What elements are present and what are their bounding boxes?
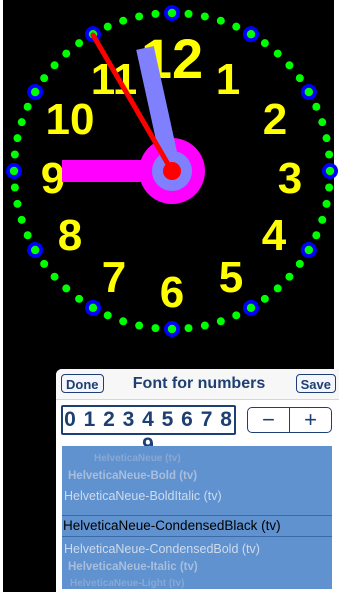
center-cap — [163, 162, 181, 180]
clock-number: 7 — [102, 253, 126, 302]
hour-marker-center — [246, 29, 256, 39]
minute-dot — [23, 231, 32, 240]
minute-dot — [135, 12, 144, 21]
hour-marker-center — [167, 324, 177, 334]
minute-dot — [200, 12, 209, 21]
hour-marker-center — [9, 166, 19, 176]
minute-dot — [200, 321, 209, 330]
minute-dot — [75, 39, 84, 48]
font-picker-wheel[interactable]: HelveticaNeue (tv) HelveticaNeue-Bold (t… — [62, 446, 332, 589]
picker-option[interactable]: HelveticaNeue-Light (tv) — [70, 578, 332, 589]
minute-dot — [23, 102, 32, 111]
hour-marker-center — [325, 166, 335, 176]
decrease-size-button[interactable]: − — [248, 408, 289, 432]
picker-selection-top-line — [62, 515, 332, 516]
minute-dot — [13, 134, 22, 143]
hour-marker-center — [88, 303, 98, 313]
minute-dot — [232, 311, 241, 320]
done-button[interactable]: Done — [61, 374, 104, 393]
minute-dot — [17, 118, 26, 127]
picker-option[interactable]: HelveticaNeue-Bold (tv) — [68, 470, 332, 482]
minute-dot — [151, 324, 160, 333]
minute-dot — [62, 49, 71, 58]
hour-marker-center — [304, 245, 314, 255]
minute-dot — [75, 294, 84, 303]
minute-dot — [322, 134, 331, 143]
save-button[interactable]: Save — [295, 374, 336, 393]
picker-option[interactable]: HelveticaNeue-CondensedBold (tv) — [64, 542, 332, 556]
analog-clock-face: 12 1234567891011 — [6, 5, 338, 337]
font-sample-preview: 0 1 2 3 4 5 6 7 8 9 — [61, 405, 236, 457]
clock-number: 6 — [160, 268, 184, 317]
minute-dot — [184, 324, 193, 333]
minute-dot — [103, 22, 112, 31]
minute-dot — [318, 118, 327, 127]
minute-dot — [312, 102, 321, 111]
minute-dot — [312, 231, 321, 240]
minute-dot — [260, 294, 269, 303]
minute-dot — [119, 317, 128, 326]
minute-dot — [135, 321, 144, 330]
clock-number: 5 — [219, 253, 243, 302]
minute-dot — [295, 259, 304, 268]
minute-dot — [40, 74, 49, 83]
picker-selection-bottom-line — [62, 536, 332, 537]
minute-dot — [325, 183, 334, 192]
minute-dot — [10, 150, 19, 159]
minute-dot — [62, 284, 71, 293]
picker-option-selected[interactable]: HelveticaNeue-CondensedBlack (tv) — [63, 518, 332, 533]
minute-dot — [40, 259, 49, 268]
picker-option[interactable]: HelveticaNeue-BoldItalic (tv) — [64, 489, 332, 503]
hour-marker-center — [30, 245, 40, 255]
minute-dot — [10, 183, 19, 192]
minute-dot — [151, 9, 160, 18]
clock-number: 8 — [58, 211, 82, 260]
hour-marker-center — [304, 87, 314, 97]
minute-dot — [232, 22, 241, 31]
panel-toolbar: Done Font for numbers Save — [56, 369, 339, 400]
clock-number: 10 — [46, 95, 95, 144]
clock-number: 1 — [216, 55, 240, 104]
minute-dot — [318, 215, 327, 224]
minute-dot — [17, 215, 26, 224]
clock-number: 9 — [41, 154, 65, 203]
minute-dot — [285, 61, 294, 70]
minute-dot — [322, 199, 331, 208]
minute-dot — [13, 199, 22, 208]
minute-dot — [285, 272, 294, 281]
minute-dot — [119, 16, 128, 25]
minute-dot — [103, 311, 112, 320]
app-screen: 12 1 2 3 4 5 6 7 8 9 10 11 Done Font for numbers Sa… — [0, 0, 339, 596]
picker-option[interactable]: HelveticaNeue (tv) — [94, 453, 332, 464]
clock-number: 4 — [262, 211, 287, 260]
hour-marker-center — [30, 87, 40, 97]
hour-marker-center — [167, 8, 177, 18]
minute-dot — [50, 61, 59, 70]
minute-dot — [50, 272, 59, 281]
font-settings-panel: Done Font for numbers Save 0 1 2 3 4 5 6… — [56, 369, 339, 596]
minute-dot — [216, 16, 225, 25]
minute-dot — [216, 317, 225, 326]
minute-dot — [260, 39, 269, 48]
panel-title: Font for numbers — [132, 375, 266, 392]
hour-marker-center — [246, 303, 256, 313]
clock-number: 2 — [263, 95, 287, 144]
screen-edge-bottom — [0, 592, 339, 596]
minute-dot — [273, 284, 282, 293]
minute-dot — [184, 9, 193, 18]
increase-size-button[interactable]: + — [290, 408, 331, 432]
clock-number: 3 — [278, 154, 302, 203]
minute-dot — [325, 150, 334, 159]
size-stepper[interactable]: − + — [247, 407, 332, 433]
minute-dot — [295, 74, 304, 83]
minute-dot — [273, 49, 282, 58]
picker-option[interactable]: HelveticaNeue-Italic (tv) — [68, 561, 332, 573]
